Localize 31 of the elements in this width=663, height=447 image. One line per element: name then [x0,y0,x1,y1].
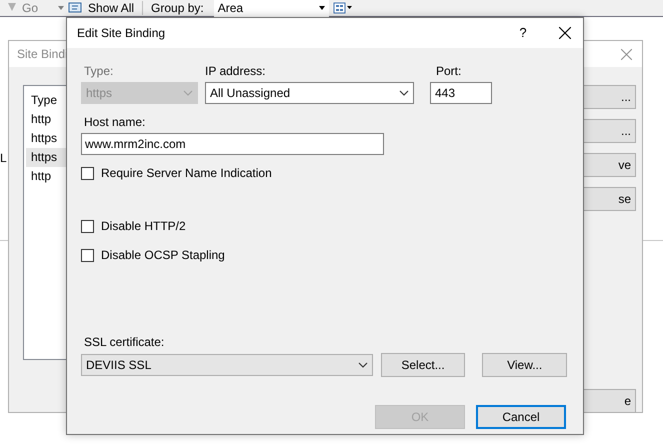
side-label: L [0,151,7,165]
view-icon[interactable] [332,2,353,14]
field-label: SSL certificate: [83,334,166,351]
ssl-certificate-dropdown[interactable]: DEVIIS SSL [81,354,373,376]
go-icon [6,3,18,13]
field-label: Port: [435,63,462,80]
chevron-down-icon [183,90,193,96]
show-all-button[interactable]: Show All [88,0,134,17]
host-name-field[interactable]: www.mrm2inc.com [81,133,384,155]
caret-icon [318,6,325,10]
dialog-button[interactable]: Cancel [476,405,566,429]
close-icon[interactable] [559,27,571,39]
field-label: Type: [83,63,114,80]
dialog-title: Edit Site Binding [77,25,166,42]
column-header: Type [30,92,58,109]
checkbox[interactable]: Disable OCSP Stapling [81,246,567,264]
group-by-dropdown[interactable]: Area [214,0,329,16]
show-all-icon [68,2,84,14]
chevron-down-icon [399,90,409,96]
dialog-button[interactable]: View... [482,353,567,377]
port-field[interactable]: 443 [430,82,492,104]
group-by-label: Group by: [151,0,204,17]
help-button[interactable]: ? [513,23,533,43]
checkbox[interactable]: Require Server Name Indication [81,164,567,182]
dialog-button[interactable]: Select... [380,353,466,377]
caret-icon [58,6,64,10]
field-label: Host name: [83,114,146,131]
chevron-down-icon [358,362,368,368]
field-label: IP address: [205,63,266,80]
ip-address-dropdown[interactable]: All Unassigned [205,82,414,104]
checkbox[interactable]: Disable HTTP/2 [81,217,567,235]
